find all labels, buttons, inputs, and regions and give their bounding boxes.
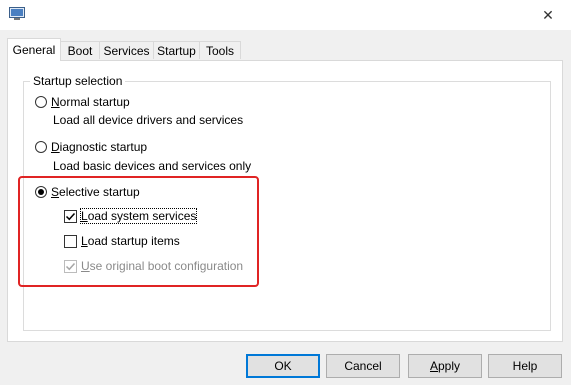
load-system-services-label: Load system services <box>79 208 198 224</box>
normal-startup-label: Normal startup <box>51 95 130 109</box>
use-original-boot-config-checkbox[interactable]: Use original boot configuration <box>64 259 243 273</box>
close-icon: ✕ <box>542 6 554 23</box>
tab-services-label: Services <box>103 43 150 58</box>
tab-boot-label: Boot <box>67 43 93 58</box>
checkbox-checked-disabled-icon <box>64 259 77 273</box>
cancel-button-label: Cancel <box>344 359 382 373</box>
close-button[interactable]: ✕ <box>525 0 571 30</box>
tab-services[interactable]: Services <box>99 41 154 59</box>
tab-startup[interactable]: Startup <box>153 41 200 59</box>
load-startup-items-label: Load startup items <box>81 234 180 248</box>
radio-button-selected-icon <box>35 186 47 198</box>
title-bar: ✕ <box>0 0 571 30</box>
cancel-button[interactable]: Cancel <box>326 354 400 378</box>
msconfig-icon <box>9 7 25 21</box>
tab-boot[interactable]: Boot <box>60 41 100 59</box>
checkbox-icon <box>64 234 77 248</box>
apply-button[interactable]: Apply <box>408 354 482 378</box>
ok-button[interactable]: OK <box>246 354 320 378</box>
normal-startup-description: Load all device drivers and services <box>53 113 244 127</box>
selective-startup-radio[interactable]: Selective startup <box>35 185 140 199</box>
use-original-boot-config-label: Use original boot configuration <box>81 259 244 273</box>
radio-button-icon <box>35 141 47 153</box>
group-title: Startup selection <box>30 74 126 88</box>
help-button[interactable]: Help <box>488 354 562 378</box>
tab-tools[interactable]: Tools <box>199 41 241 59</box>
normal-startup-radio[interactable]: Normal startup <box>35 95 130 109</box>
ok-button-label: OK <box>274 359 292 373</box>
help-button-label: Help <box>512 359 538 373</box>
general-tab-panel: Startup selection Normal startup Load al… <box>7 60 563 342</box>
diagnostic-startup-description: Load basic devices and services only <box>53 159 252 173</box>
tab-tools-label: Tools <box>205 43 234 58</box>
startup-selection-group: Startup selection Normal startup Load al… <box>23 74 551 331</box>
tab-startup-label: Startup <box>157 43 196 58</box>
load-system-services-checkbox[interactable]: Load system services <box>64 208 198 224</box>
diagnostic-startup-label: Diagnostic startup <box>51 140 148 154</box>
load-startup-items-checkbox[interactable]: Load startup items <box>64 234 180 248</box>
apply-button-label: Apply <box>429 359 461 373</box>
tab-general-label: General <box>12 43 56 57</box>
radio-button-icon <box>35 96 47 108</box>
selective-startup-label: Selective startup <box>51 185 140 199</box>
checkbox-checked-icon <box>64 209 77 223</box>
tab-general[interactable]: General <box>7 38 61 61</box>
diagnostic-startup-radio[interactable]: Diagnostic startup <box>35 140 147 154</box>
